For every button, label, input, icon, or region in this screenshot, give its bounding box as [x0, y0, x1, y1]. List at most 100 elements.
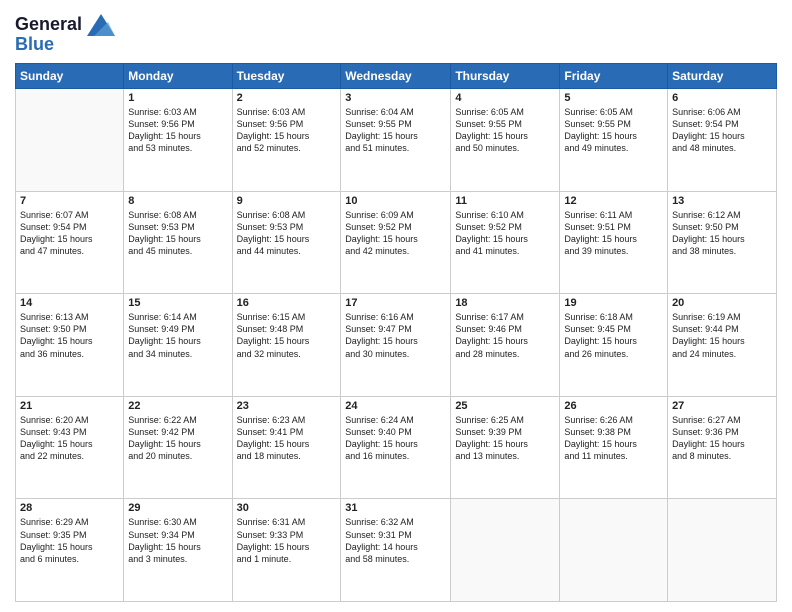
calendar-day-cell: 18 Sunrise: 6:17 AM Sunset: 9:46 PM Dayli…: [451, 294, 560, 397]
calendar-day-cell: 2Sunrise: 6:03 AM Sunset: 9:56 PM Daylig…: [232, 89, 341, 192]
day-number: 31: [345, 502, 446, 514]
calendar-week-row: 1 Sunrise: 6:03 AM Sunset: 9:56 PM Daylig…: [16, 89, 777, 192]
calendar-day-cell: 8Sunrise: 6:08 AM Sunset: 9:53 PM Daylig…: [124, 191, 232, 294]
calendar-header-cell: Sunday: [16, 64, 124, 89]
calendar-day-cell: 22 Sunrise: 6:22 AM Sunset: 9:42 PM Dayli…: [124, 396, 232, 499]
day-info: Sunrise: 6:10 AM Sunset: 9:52 PM Dayligh…: [455, 209, 555, 258]
day-number: 11: [455, 195, 555, 207]
calendar-day-cell: 28 Sunrise: 6:29 AM Sunset: 9:35 PM Dayli…: [16, 499, 124, 602]
logo-blue: Blue: [15, 34, 115, 55]
day-number: 27: [672, 400, 772, 412]
calendar-day-cell: 7 Sunrise: 6:07 AM Sunset: 9:54 PM Daylig…: [16, 191, 124, 294]
day-info: Sunrise: 6:19 AM Sunset: 9:44 PM Dayligh…: [672, 311, 772, 360]
calendar-day-cell: 17 Sunrise: 6:16 AM Sunset: 9:47 PM Dayli…: [341, 294, 451, 397]
calendar-day-cell: 14Sunrise: 6:13 AM Sunset: 9:50 PM Dayli…: [16, 294, 124, 397]
calendar-day-cell: 24 Sunrise: 6:24 AM Sunset: 9:40 PM Dayli…: [341, 396, 451, 499]
calendar-day-cell: 13 Sunrise: 6:12 AM Sunset: 9:50 PM Dayli…: [668, 191, 777, 294]
day-info: Sunrise: 6:15 AM Sunset: 9:48 PM Dayligh…: [237, 311, 337, 360]
day-info: Sunrise: 6:30 AM Sunset: 9:34 PM Dayligh…: [128, 516, 227, 565]
calendar-header-cell: Saturday: [668, 64, 777, 89]
day-info: Sunrise: 6:12 AM Sunset: 9:50 PM Dayligh…: [672, 209, 772, 258]
calendar-day-cell: [560, 499, 668, 602]
day-info: Sunrise: 6:14 AM Sunset: 9:49 PM Dayligh…: [128, 311, 227, 360]
day-info: Sunrise: 6:20 AM Sunset: 9:43 PM Dayligh…: [20, 414, 119, 463]
calendar-header-cell: Tuesday: [232, 64, 341, 89]
day-number: 14: [20, 297, 119, 309]
day-number: 13: [672, 195, 772, 207]
calendar-week-row: 14Sunrise: 6:13 AM Sunset: 9:50 PM Dayli…: [16, 294, 777, 397]
day-number: 10: [345, 195, 446, 207]
logo: General Blue: [15, 14, 115, 55]
calendar-week-row: 28 Sunrise: 6:29 AM Sunset: 9:35 PM Dayli…: [16, 499, 777, 602]
day-number: 22: [128, 400, 227, 412]
day-number: 9: [237, 195, 337, 207]
day-number: 7: [20, 195, 119, 207]
day-info: Sunrise: 6:11 AM Sunset: 9:51 PM Dayligh…: [564, 209, 663, 258]
day-number: 15: [128, 297, 227, 309]
calendar-day-cell: 21 Sunrise: 6:20 AM Sunset: 9:43 PM Dayli…: [16, 396, 124, 499]
calendar-day-cell: 31 Sunrise: 6:32 AM Sunset: 9:31 PM Dayli…: [341, 499, 451, 602]
day-info: Sunrise: 6:05 AM Sunset: 9:55 PM Dayligh…: [455, 106, 555, 155]
day-number: 21: [20, 400, 119, 412]
day-number: 24: [345, 400, 446, 412]
logo-icon: [87, 14, 115, 36]
calendar-header-cell: Wednesday: [341, 64, 451, 89]
day-info: Sunrise: 6:05 AM Sunset: 9:55 PM Dayligh…: [564, 106, 663, 155]
day-number: 1: [128, 92, 227, 104]
day-info: Sunrise: 6:18 AM Sunset: 9:45 PM Dayligh…: [564, 311, 663, 360]
day-number: 28: [20, 502, 119, 514]
day-number: 5: [564, 92, 663, 104]
calendar-table: SundayMondayTuesdayWednesdayThursdayFrid…: [15, 63, 777, 602]
day-info: Sunrise: 6:27 AM Sunset: 9:36 PM Dayligh…: [672, 414, 772, 463]
calendar-day-cell: 29 Sunrise: 6:30 AM Sunset: 9:34 PM Dayli…: [124, 499, 232, 602]
calendar-day-cell: [668, 499, 777, 602]
header: General Blue: [15, 10, 777, 55]
day-number: 25: [455, 400, 555, 412]
calendar-day-cell: 6Sunrise: 6:06 AM Sunset: 9:54 PM Daylig…: [668, 89, 777, 192]
calendar-day-cell: 3 Sunrise: 6:04 AM Sunset: 9:55 PM Daylig…: [341, 89, 451, 192]
calendar-day-cell: 23Sunrise: 6:23 AM Sunset: 9:41 PM Dayli…: [232, 396, 341, 499]
day-number: 2: [237, 92, 337, 104]
day-number: 20: [672, 297, 772, 309]
calendar-day-cell: 5 Sunrise: 6:05 AM Sunset: 9:55 PM Daylig…: [560, 89, 668, 192]
day-info: Sunrise: 6:07 AM Sunset: 9:54 PM Dayligh…: [20, 209, 119, 258]
calendar-day-cell: 11 Sunrise: 6:10 AM Sunset: 9:52 PM Dayli…: [451, 191, 560, 294]
calendar-day-cell: 27 Sunrise: 6:27 AM Sunset: 9:36 PM Dayli…: [668, 396, 777, 499]
calendar-day-cell: 9 Sunrise: 6:08 AM Sunset: 9:53 PM Daylig…: [232, 191, 341, 294]
day-number: 8: [128, 195, 227, 207]
day-info: Sunrise: 6:22 AM Sunset: 9:42 PM Dayligh…: [128, 414, 227, 463]
day-info: Sunrise: 6:29 AM Sunset: 9:35 PM Dayligh…: [20, 516, 119, 565]
day-info: Sunrise: 6:24 AM Sunset: 9:40 PM Dayligh…: [345, 414, 446, 463]
day-number: 4: [455, 92, 555, 104]
day-info: Sunrise: 6:04 AM Sunset: 9:55 PM Dayligh…: [345, 106, 446, 155]
calendar-day-cell: 15 Sunrise: 6:14 AM Sunset: 9:49 PM Dayli…: [124, 294, 232, 397]
calendar-header-cell: Thursday: [451, 64, 560, 89]
calendar-day-cell: 26Sunrise: 6:26 AM Sunset: 9:38 PM Dayli…: [560, 396, 668, 499]
day-number: 30: [237, 502, 337, 514]
page: General Blue SundayMondayTuesdayWednesda…: [0, 0, 792, 612]
day-number: 17: [345, 297, 446, 309]
day-number: 16: [237, 297, 337, 309]
day-info: Sunrise: 6:26 AM Sunset: 9:38 PM Dayligh…: [564, 414, 663, 463]
day-number: 3: [345, 92, 446, 104]
calendar-day-cell: 30Sunrise: 6:31 AM Sunset: 9:33 PM Dayli…: [232, 499, 341, 602]
day-info: Sunrise: 6:08 AM Sunset: 9:53 PM Dayligh…: [237, 209, 337, 258]
day-info: Sunrise: 6:03 AM Sunset: 9:56 PM Dayligh…: [128, 106, 227, 155]
calendar-day-cell: [16, 89, 124, 192]
calendar-body: 1 Sunrise: 6:03 AM Sunset: 9:56 PM Daylig…: [16, 89, 777, 602]
day-info: Sunrise: 6:32 AM Sunset: 9:31 PM Dayligh…: [345, 516, 446, 565]
day-number: 19: [564, 297, 663, 309]
day-info: Sunrise: 6:16 AM Sunset: 9:47 PM Dayligh…: [345, 311, 446, 360]
day-number: 23: [237, 400, 337, 412]
day-number: 6: [672, 92, 772, 104]
day-number: 29: [128, 502, 227, 514]
calendar-header-cell: Monday: [124, 64, 232, 89]
day-number: 18: [455, 297, 555, 309]
day-info: Sunrise: 6:17 AM Sunset: 9:46 PM Dayligh…: [455, 311, 555, 360]
calendar-day-cell: 20 Sunrise: 6:19 AM Sunset: 9:44 PM Dayli…: [668, 294, 777, 397]
calendar-week-row: 21 Sunrise: 6:20 AM Sunset: 9:43 PM Dayli…: [16, 396, 777, 499]
day-info: Sunrise: 6:25 AM Sunset: 9:39 PM Dayligh…: [455, 414, 555, 463]
calendar-day-cell: 19 Sunrise: 6:18 AM Sunset: 9:45 PM Dayli…: [560, 294, 668, 397]
calendar-day-cell: 25 Sunrise: 6:25 AM Sunset: 9:39 PM Dayli…: [451, 396, 560, 499]
day-number: 12: [564, 195, 663, 207]
